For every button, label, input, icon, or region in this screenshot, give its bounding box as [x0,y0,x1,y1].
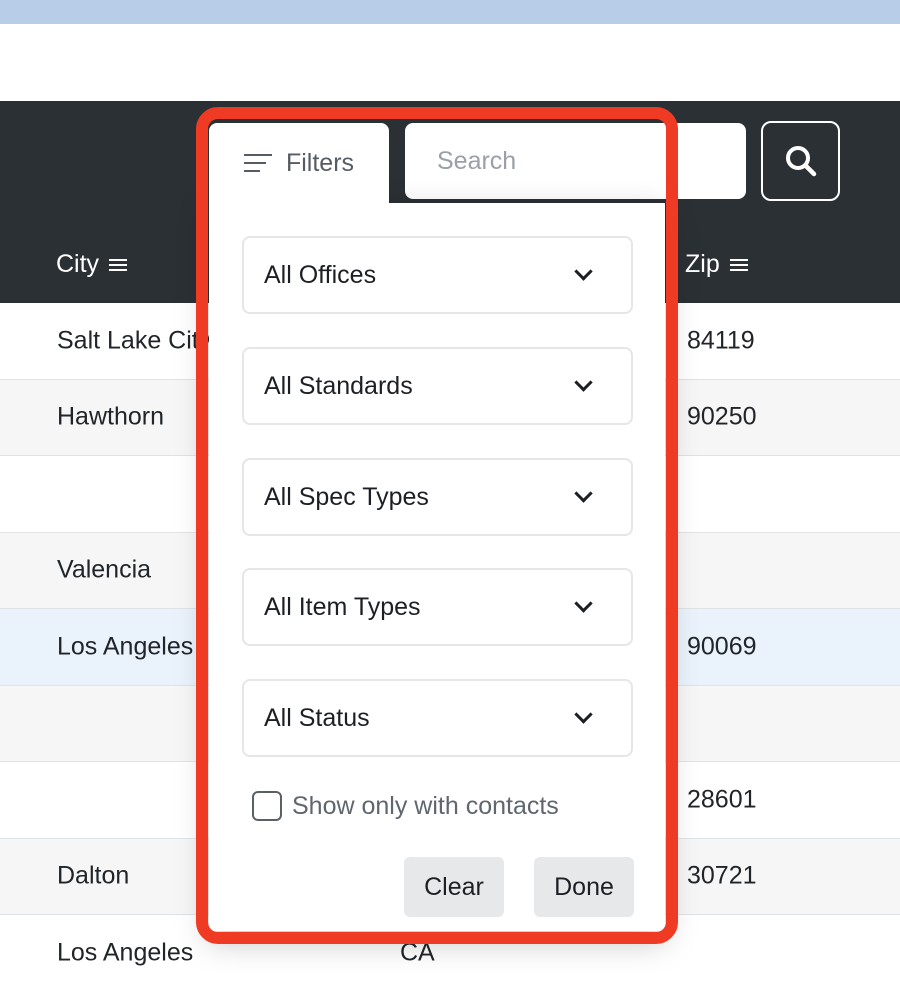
cell-zip: 90069 [687,632,757,661]
status-select[interactable]: All Status [242,679,633,757]
item-types-select[interactable]: All Item Types [242,568,633,646]
column-menu-icon[interactable] [729,258,748,272]
cell-zip: 90250 [687,402,757,431]
cell-zip: 84119 [687,326,755,355]
chevron-down-icon [575,710,591,726]
chevron-down-icon [575,378,591,394]
top-strip [0,0,900,24]
search-button[interactable] [761,121,840,201]
cell-city: Dalton [57,861,130,890]
white-band [0,24,900,101]
standards-select[interactable]: All Standards [242,347,633,425]
contacts-checkbox[interactable] [252,791,282,821]
chevron-down-icon [575,267,591,283]
column-header-zip-label: Zip [685,250,720,278]
chevron-down-icon [575,489,591,505]
cell-city: Valencia [57,555,152,584]
offices-select[interactable]: All Offices [242,236,633,314]
cell-city: Los Angeles [57,938,194,967]
column-menu-icon[interactable] [109,258,128,272]
cell-state: CA [400,938,435,967]
search-icon [785,146,816,177]
done-button[interactable]: Done [534,857,634,917]
cell-city: Salt Lake City [57,326,212,355]
spec-types-select[interactable]: All Spec Types [242,458,633,536]
contacts-checkbox-row[interactable]: Show only with contacts [252,791,559,821]
standards-select-value: All Standards [264,371,413,400]
chevron-down-icon [575,599,591,615]
page: City Zip Salt Lake City 84119 Hawthorn 9… [0,0,900,989]
status-select-value: All Status [264,703,370,732]
cell-city: Hawthorn [57,402,164,431]
column-header-city[interactable]: City [56,250,128,279]
cell-city: Los Angeles [57,632,194,661]
search-input[interactable] [405,123,746,199]
column-header-zip[interactable]: Zip [685,250,748,279]
contacts-checkbox-label[interactable]: Show only with contacts [292,792,559,821]
cell-zip: 28601 [687,785,757,814]
filters-label: Filters [285,148,355,177]
item-types-select-value: All Item Types [264,592,421,621]
filters-toggle-button[interactable]: Filters [209,123,389,203]
clear-button[interactable]: Clear [404,857,504,917]
search-field[interactable] [405,123,746,199]
column-header-city-label: City [56,250,100,278]
spec-types-select-value: All Spec Types [264,482,429,511]
offices-select-value: All Offices [264,260,377,289]
cell-zip: 30721 [687,861,757,890]
filter-lines-icon [243,152,274,174]
